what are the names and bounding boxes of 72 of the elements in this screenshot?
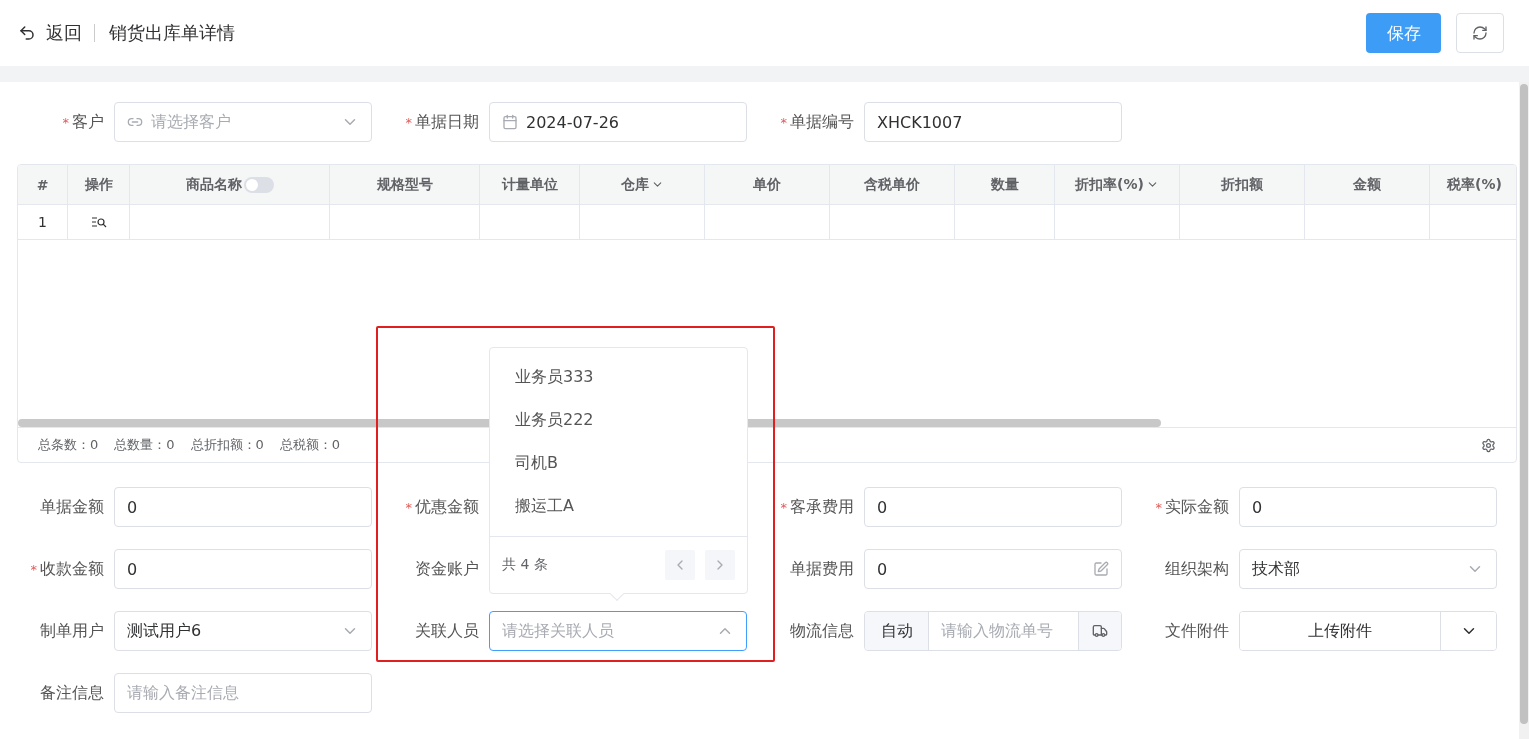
refresh-button[interactable] [1456, 13, 1504, 53]
field-label: 优惠金额 [415, 496, 479, 518]
field-label: 单据费用 [790, 558, 854, 580]
next-page-button[interactable] [705, 550, 735, 580]
input-field[interactable]: 0 [864, 487, 1122, 527]
column-header: 单价 [705, 165, 830, 205]
field-label: 单据日期 [415, 111, 479, 133]
column-header: 折扣额 [1180, 165, 1305, 205]
toggle-switch[interactable] [243, 176, 274, 193]
column-header: 数量 [955, 165, 1055, 205]
summary-text: 总条数：0 [38, 436, 99, 454]
edit-icon[interactable] [1093, 561, 1109, 577]
input-field[interactable]: 0 [114, 487, 372, 527]
column-header: 税率(%) [1430, 165, 1516, 205]
scrollbar-thumb[interactable] [1520, 84, 1528, 724]
field-label: 资金账户 [415, 558, 479, 580]
summary-text: 总税额：0 [279, 436, 341, 454]
truck-icon [1092, 623, 1108, 639]
column-header: 商品名称 [130, 165, 330, 205]
column-header: 仓库 [580, 165, 705, 205]
page-title: 销货出库单详情 [109, 21, 235, 45]
prev-page-button[interactable] [665, 550, 695, 580]
input-field[interactable]: 0 [114, 549, 372, 589]
column-header: 含税单价 [830, 165, 955, 205]
field-label: 文件附件 [1165, 620, 1229, 642]
column-header: 规格型号 [330, 165, 480, 205]
required-mark: * [780, 114, 787, 130]
input-field[interactable]: XHCK1007 [864, 102, 1122, 142]
field-label: 备注信息 [40, 682, 104, 704]
back-link[interactable]: 返回 [18, 21, 82, 45]
back-arrow-icon [18, 24, 36, 42]
refresh-icon [1472, 25, 1488, 41]
dropdown-option[interactable]: 业务员222 [490, 399, 747, 442]
field-label: 制单用户 [40, 620, 104, 642]
field-label: 关联人员 [415, 620, 479, 642]
dropdown-option[interactable]: 业务员333 [490, 356, 747, 399]
dropdown-option[interactable]: 搬运工A [490, 485, 747, 528]
required-mark: * [1155, 499, 1162, 515]
input-field[interactable]: 0 [864, 549, 1122, 589]
table-cell: 1 [18, 205, 68, 240]
field-label: 单据金额 [40, 496, 104, 518]
dropdown-button[interactable] [1440, 612, 1496, 650]
required-mark: * [30, 561, 37, 577]
total-count: 共 4 条 [502, 556, 549, 574]
search-list-icon[interactable] [90, 216, 107, 228]
field-label: 单据编号 [790, 111, 854, 133]
field-label: 物流信息 [790, 620, 854, 642]
truck-button[interactable] [1078, 612, 1121, 650]
input-field[interactable]: 0 [1239, 487, 1497, 527]
select-field[interactable]: 技术部 [1239, 549, 1497, 589]
column-header: 折扣率(%) [1055, 165, 1180, 205]
calendar-icon [502, 114, 518, 130]
field-label: 收款金额 [40, 558, 104, 580]
addon-label: 自动 [865, 612, 929, 650]
field-label: 客承费用 [790, 496, 854, 518]
required-mark: * [62, 114, 69, 130]
required-mark: * [780, 499, 787, 515]
field-label: 组织架构 [1165, 558, 1229, 580]
select-field[interactable]: 测试用户6 [114, 611, 372, 651]
column-header: # [18, 165, 68, 205]
required-mark: * [405, 499, 412, 515]
dropdown-option[interactable]: 司机B [490, 442, 747, 485]
summary-text: 总折扣额：0 [190, 436, 264, 454]
column-header: 计量单位 [480, 165, 580, 205]
column-header: 操作 [68, 165, 130, 205]
required-mark: * [405, 114, 412, 130]
settings-icon[interactable] [1481, 437, 1496, 453]
date-field[interactable]: 2024-07-26 [489, 102, 747, 142]
summary-text: 总数量：0 [114, 436, 175, 454]
field-label: 客户 [72, 111, 104, 133]
field-label: 实际金额 [1165, 496, 1229, 518]
column-header: 金额 [1305, 165, 1430, 205]
